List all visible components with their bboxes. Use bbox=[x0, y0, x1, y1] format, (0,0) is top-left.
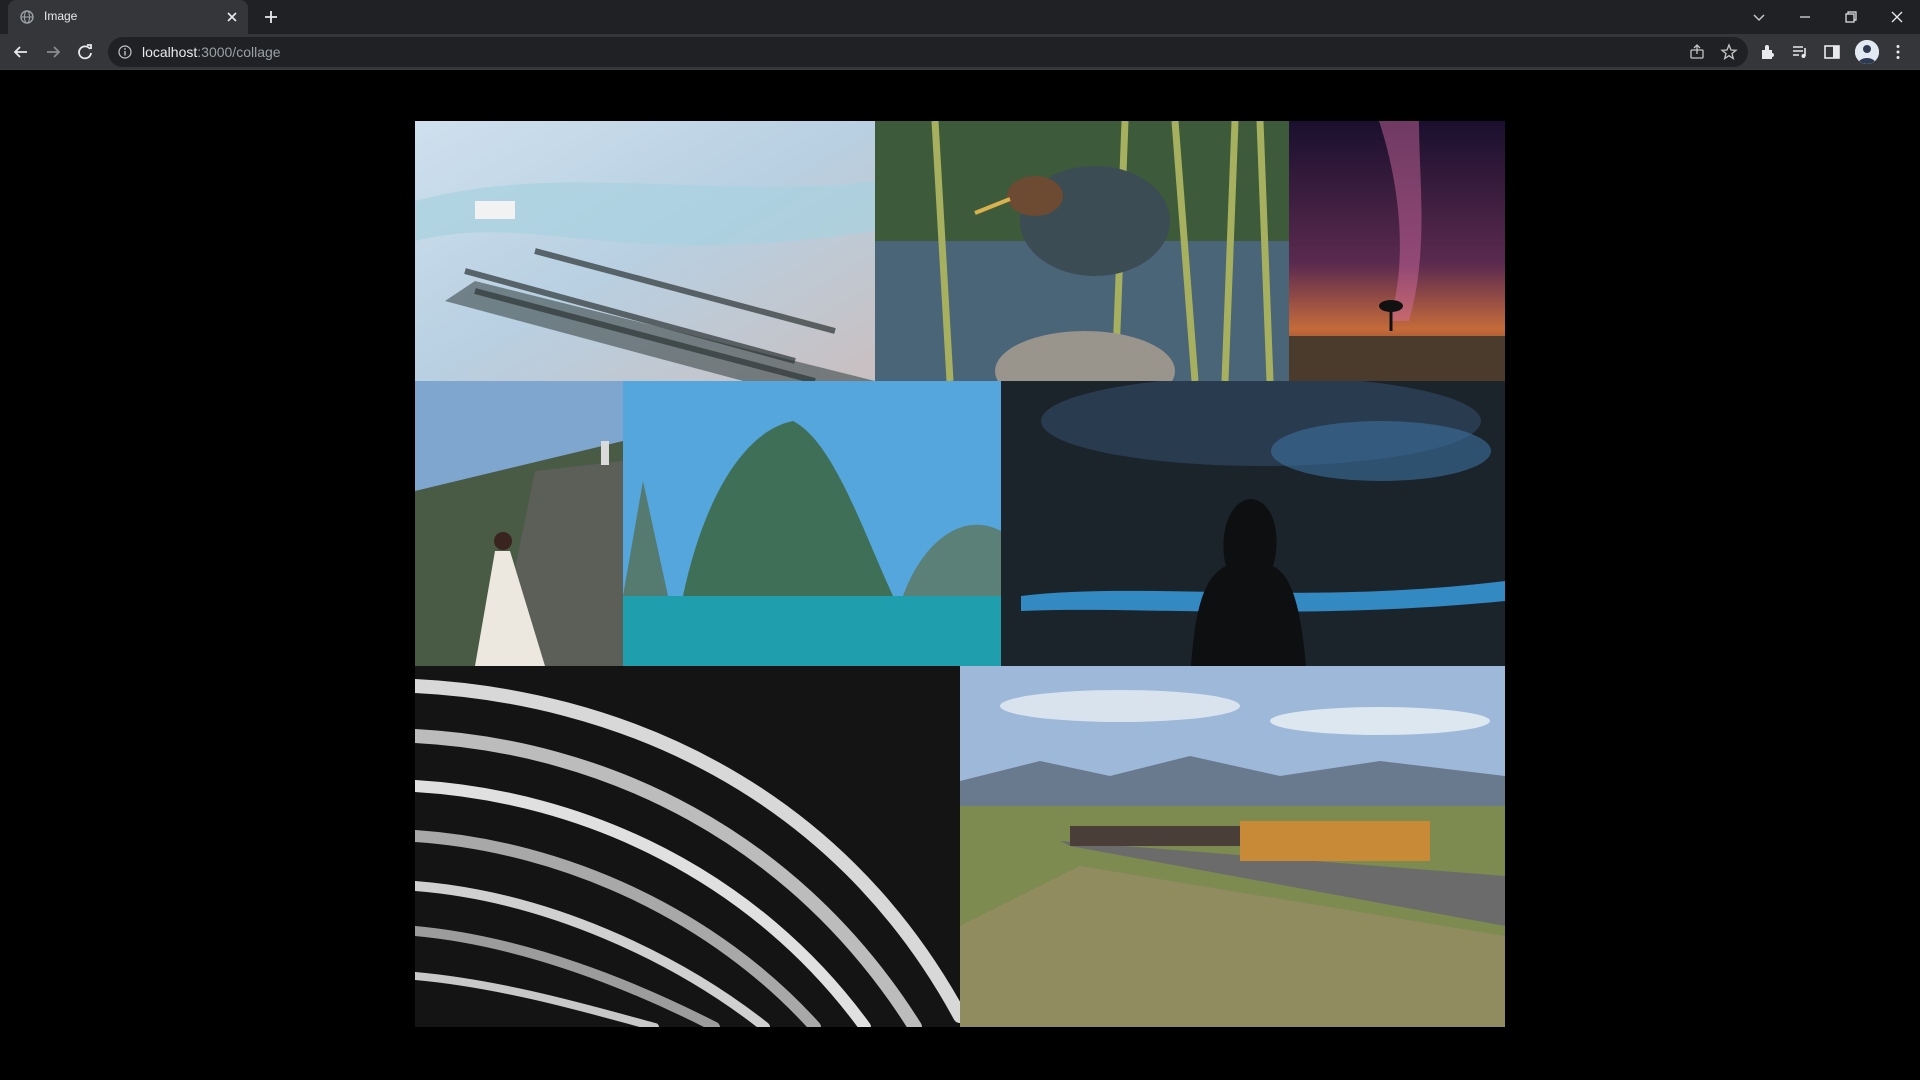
reload-icon[interactable] bbox=[74, 41, 96, 63]
share-icon[interactable] bbox=[1688, 43, 1706, 61]
woman-pagoda-image bbox=[415, 381, 623, 666]
collage-image-woman-pagoda[interactable] bbox=[415, 381, 623, 666]
url-text[interactable]: localhost:3000/collage bbox=[142, 44, 281, 60]
collage-image-milky-way[interactable] bbox=[1289, 121, 1505, 381]
milky-way-image bbox=[1289, 121, 1505, 381]
close-tab-icon[interactable] bbox=[224, 9, 240, 25]
address-bar[interactable]: localhost:3000/collage bbox=[108, 37, 1748, 67]
oyster-farm-image bbox=[415, 121, 875, 381]
freight-train-image bbox=[960, 666, 1505, 1027]
menu-kebab-icon[interactable] bbox=[1888, 42, 1908, 62]
profile-avatar[interactable] bbox=[1855, 40, 1879, 64]
browser-tab[interactable]: Image bbox=[8, 0, 248, 34]
new-tab-icon[interactable] bbox=[262, 8, 280, 26]
page-viewport bbox=[0, 71, 1920, 1080]
info-icon[interactable] bbox=[118, 45, 132, 59]
forward-icon[interactable] bbox=[42, 41, 64, 63]
silhouette-image bbox=[1001, 381, 1505, 666]
tab-title: Image bbox=[44, 9, 78, 23]
browser-toolbar: localhost:3000/collage bbox=[0, 34, 1920, 70]
collage-image-karst-lake[interactable] bbox=[623, 381, 1001, 666]
extensions-icon[interactable] bbox=[1758, 42, 1778, 62]
bookmark-star-icon[interactable] bbox=[1720, 43, 1738, 61]
side-panel-icon[interactable] bbox=[1822, 42, 1842, 62]
close-window-icon[interactable] bbox=[1886, 6, 1908, 28]
monochrome-curves-image bbox=[415, 666, 960, 1027]
tab-search-icon[interactable] bbox=[1748, 6, 1770, 28]
collage-image-silhouette[interactable] bbox=[1001, 381, 1505, 666]
collage-image-freight-train[interactable] bbox=[960, 666, 1505, 1027]
url-host: localhost bbox=[142, 44, 198, 60]
photo-collage bbox=[415, 121, 1505, 1027]
back-icon[interactable] bbox=[10, 41, 32, 63]
profile-icon bbox=[1855, 40, 1879, 64]
globe-icon bbox=[20, 10, 34, 24]
url-path: :3000/collage bbox=[197, 44, 281, 60]
restore-icon[interactable] bbox=[1840, 6, 1862, 28]
media-control-icon[interactable] bbox=[1790, 42, 1810, 62]
heron-image bbox=[875, 121, 1289, 381]
karst-lake-image bbox=[623, 381, 1001, 666]
collage-image-oyster-farm[interactable] bbox=[415, 121, 875, 381]
collage-image-heron[interactable] bbox=[875, 121, 1289, 381]
minimize-icon[interactable] bbox=[1794, 6, 1816, 28]
collage-image-monochrome-curves[interactable] bbox=[415, 666, 960, 1027]
browser-titlebar: Image bbox=[0, 0, 1920, 34]
